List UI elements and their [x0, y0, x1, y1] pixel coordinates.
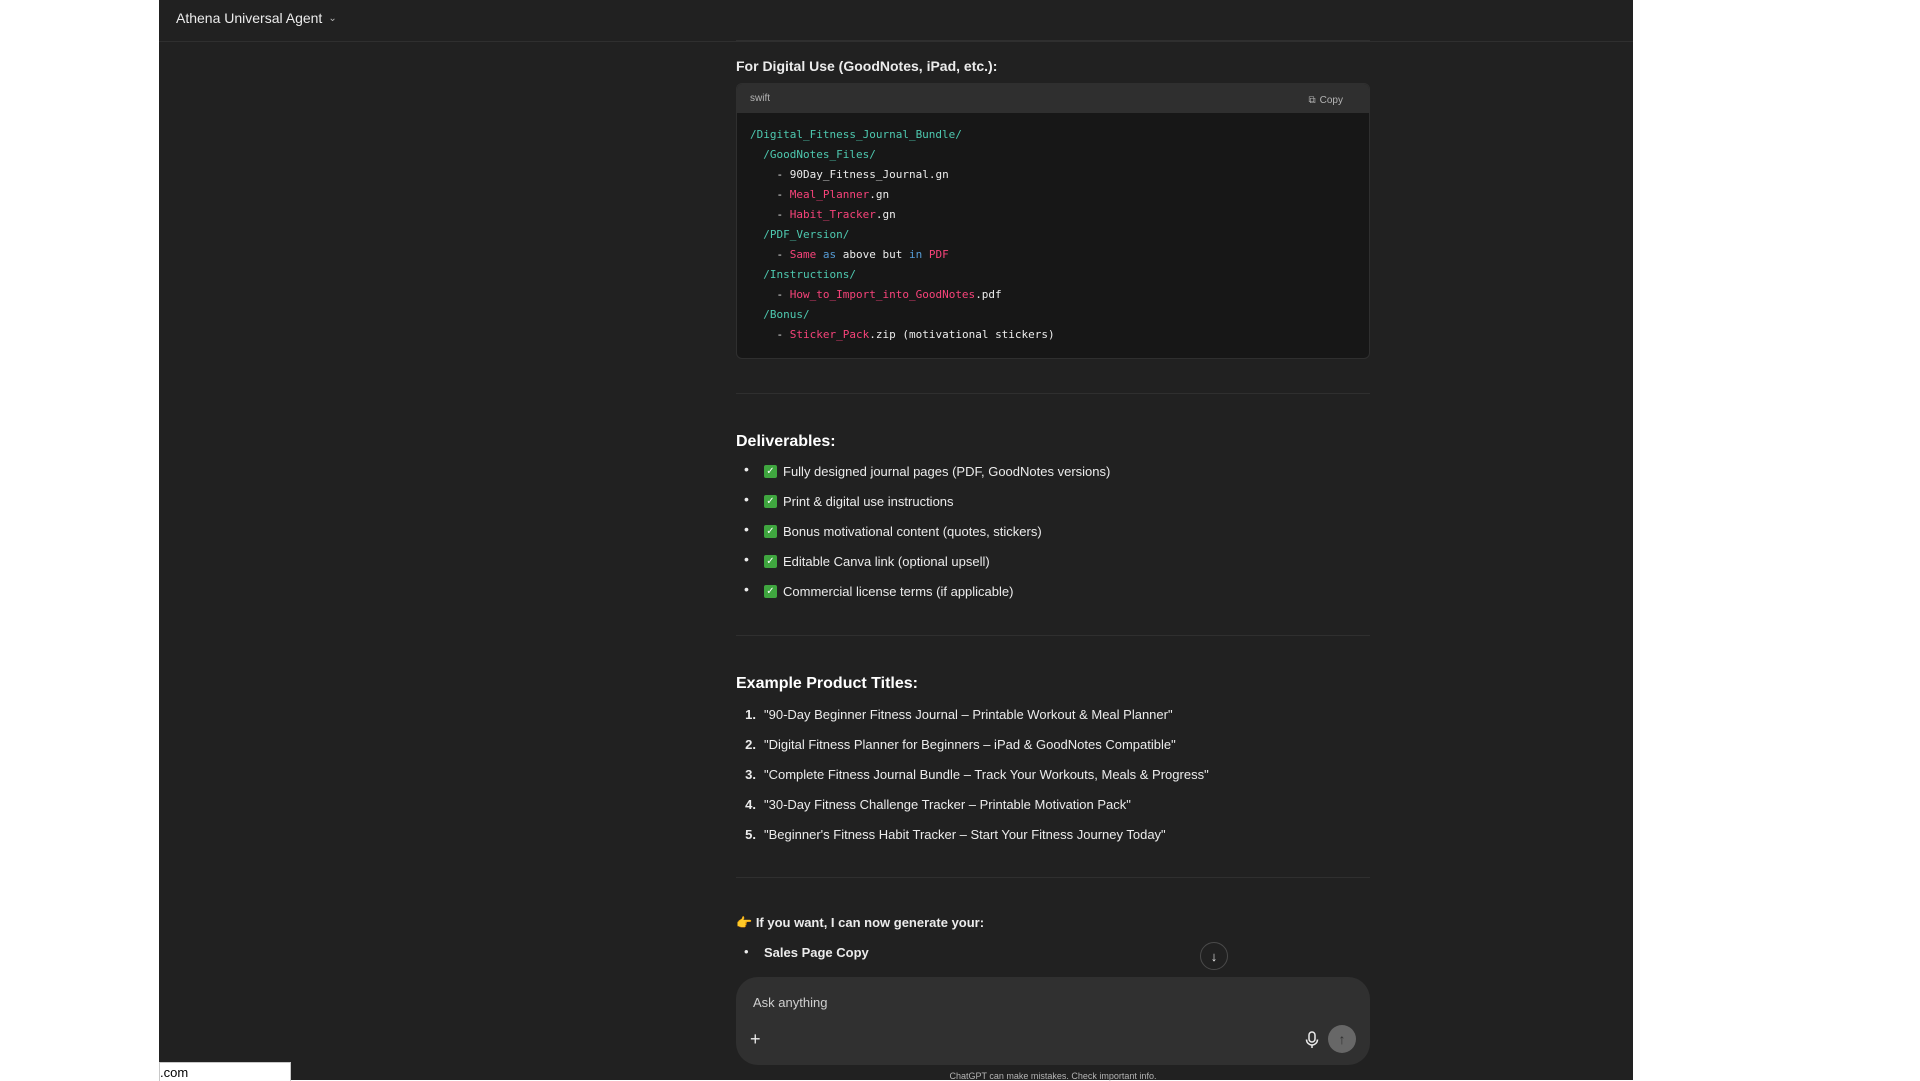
list-item: 4. "30-Day Fitness Challenge Tracker – Pr…	[745, 796, 1131, 812]
copy-code-button[interactable]: ⧉ Copy	[1309, 95, 1344, 106]
checkmark-icon: ✓	[764, 584, 777, 598]
scroll-down-button[interactable]: ↓	[1200, 942, 1228, 970]
list-item: 1. "90-Day Beginner Fitness Journal – Pri…	[745, 706, 1173, 722]
arrow-up-icon: ↑	[1338, 1031, 1346, 1047]
list-item: ✓Commercial license terms (if applicable…	[736, 576, 1370, 606]
status-bar-url: .com	[159, 1062, 291, 1081]
list-item: 5. "Beginner's Fitness Habit Tracker – St…	[745, 826, 1166, 842]
pointing-hand-icon: 👉	[736, 915, 753, 930]
copy-icon: ⧉	[1308, 95, 1316, 106]
code-line: /Digital_Fitness_Journal_Bundle/	[750, 128, 962, 141]
list-item: ✓Print & digital use instructions	[736, 486, 1370, 516]
offer-list-item: Sales Page Copy	[736, 944, 869, 960]
message-input[interactable]	[751, 988, 1315, 1016]
chevron-down-icon: ⌄	[328, 12, 337, 24]
code-block: swift ⧉ Copy /Digital_Fitness_Journal_Bu…	[736, 83, 1370, 359]
digital-use-heading: For Digital Use (GoodNotes, iPad, etc.):	[736, 58, 998, 74]
offer-text: 👉 If you want, I can now generate your:	[736, 915, 985, 930]
deliverables-list: ✓Fully designed journal pages (PDF, Good…	[736, 456, 1370, 606]
code-line: - Same as above but in PDF	[750, 248, 949, 261]
checkmark-icon: ✓	[764, 494, 777, 508]
message-composer: + ↑	[736, 977, 1370, 1065]
agent-name: Athena Universal Agent	[176, 10, 323, 26]
product-titles-heading: Example Product Titles:	[736, 675, 918, 692]
deliverables-heading: Deliverables:	[736, 433, 836, 450]
section-divider	[736, 393, 1370, 394]
code-line: - How_to_Import_into_GoodNotes.pdf	[750, 288, 1002, 301]
list-item: 2. "Digital Fitness Planner for Beginners…	[745, 736, 1176, 752]
section-divider	[736, 635, 1370, 636]
code-content: /Digital_Fitness_Journal_Bundle/ /GoodNo…	[737, 113, 1369, 345]
checkmark-icon: ✓	[764, 524, 777, 538]
code-language: swift	[750, 93, 770, 104]
checkmark-icon: ✓	[764, 464, 777, 478]
code-line: /Instructions/	[750, 268, 856, 281]
divider	[736, 40, 1370, 41]
agent-selector[interactable]: Athena Universal Agent ⌄	[176, 10, 337, 26]
top-bar: Athena Universal Agent ⌄	[159, 0, 1633, 42]
product-titles-list: 1. "90-Day Beginner Fitness Journal – Pri…	[736, 699, 1370, 849]
code-line: /Bonus/	[750, 308, 810, 321]
plus-icon[interactable]: +	[750, 1029, 761, 1050]
microphone-icon[interactable]	[1304, 1031, 1320, 1049]
code-line: /GoodNotes_Files/	[750, 148, 876, 161]
checkmark-icon: ✓	[764, 554, 777, 568]
list-item: 3. "Complete Fitness Journal Bundle – Tra…	[745, 766, 1209, 782]
code-line: - Meal_Planner.gn	[750, 188, 890, 201]
code-header: swift ⧉ Copy	[737, 84, 1369, 113]
list-item: ✓Bonus motivational content (quotes, sti…	[736, 516, 1370, 546]
list-item: ✓Fully designed journal pages (PDF, Good…	[736, 456, 1370, 486]
arrow-down-icon: ↓	[1210, 948, 1218, 964]
send-button[interactable]: ↑	[1328, 1025, 1356, 1053]
code-line: - 90Day_Fitness_Journal.gn	[750, 168, 949, 181]
copy-label: Copy	[1319, 95, 1343, 106]
code-line: - Sticker_Pack.zip (motivational sticker…	[750, 328, 1055, 341]
code-line: /PDF_Version/	[750, 228, 850, 241]
section-divider	[736, 877, 1370, 878]
list-item: ✓Editable Canva link (optional upsell)	[736, 546, 1370, 576]
code-line: - Habit_Tracker.gn	[750, 208, 896, 221]
